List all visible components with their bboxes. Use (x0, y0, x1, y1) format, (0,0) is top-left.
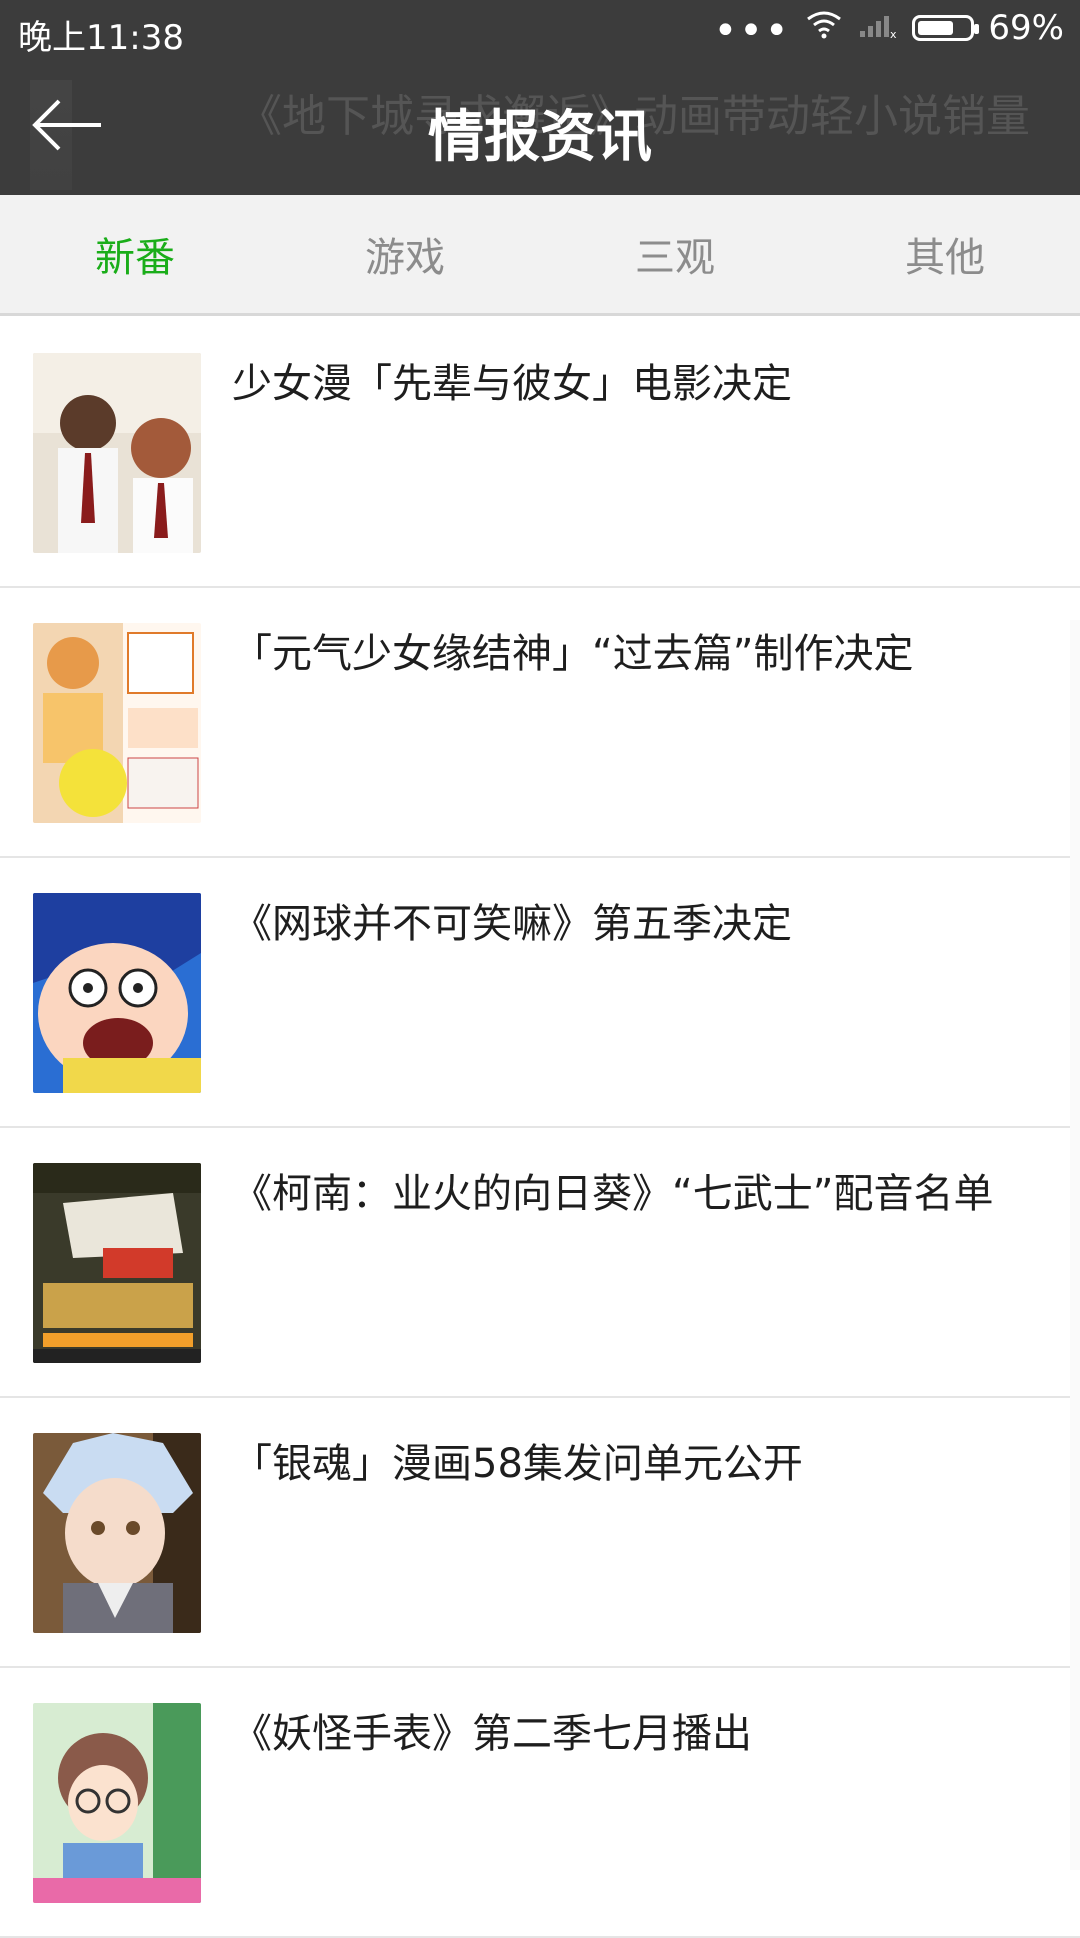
news-title: 《柯南：业火的向日葵》“七武士”配音名单 (232, 1171, 994, 1217)
news-item[interactable]: 《网球并不可笑嘛》第五季决定 (0, 858, 1080, 1128)
news-item[interactable]: 「元气少女缘结神」“过去篇”制作决定 (0, 588, 1080, 858)
news-title: 少女漫「先辈与彼女」电影决定 (232, 361, 792, 407)
tab-qita[interactable]: 其他 (810, 195, 1080, 313)
news-item[interactable]: 《妖怪手表》第二季七月播出 (0, 1668, 1080, 1938)
scroll-edge (1070, 620, 1080, 1870)
title-bar: 《地下城寻求邂逅》动画带动轻小说销量 情报资讯 (0, 60, 1080, 195)
status-bar: 晚上11:38 ••• x 69% (0, 0, 1080, 60)
status-icons: ••• x 69% (713, 8, 1064, 54)
category-tabs: 新番 游戏 三观 其他 (0, 195, 1080, 316)
news-thumbnail (33, 353, 201, 553)
tab-xinfan[interactable]: 新番 (0, 195, 270, 313)
battery-icon (912, 15, 980, 41)
news-title: 「元气少女缘结神」“过去篇”制作决定 (232, 631, 914, 677)
news-list: 少女漫「先辈与彼女」电影决定 「元气少女缘结神」“过去篇”制作决定 《网球并不可… (0, 318, 1080, 1938)
news-item[interactable]: 《柯南：业火的向日葵》“七武士”配音名单 (0, 1128, 1080, 1398)
signal-icon: x (858, 8, 898, 48)
status-time: 晚上11:38 (18, 18, 184, 58)
news-item[interactable]: 少女漫「先辈与彼女」电影决定 (0, 318, 1080, 588)
page-title: 情报资讯 (428, 105, 652, 170)
news-thumbnail (33, 1703, 201, 1903)
news-title: 「银魂」漫画58集发问单元公开 (232, 1441, 803, 1487)
tab-sanguan[interactable]: 三观 (540, 195, 810, 313)
more-dots-icon: ••• (713, 8, 791, 54)
news-thumbnail (33, 1163, 201, 1363)
battery-percent: 69% (988, 8, 1064, 48)
wifi-icon (804, 8, 844, 48)
news-thumbnail (33, 623, 201, 823)
news-item[interactable]: 「银魂」漫画58集发问单元公开 (0, 1398, 1080, 1668)
news-thumbnail (33, 893, 201, 1093)
news-thumbnail (33, 1433, 201, 1633)
news-title: 《妖怪手表》第二季七月播出 (232, 1711, 752, 1757)
svg-text:x: x (890, 28, 897, 39)
tab-youxi[interactable]: 游戏 (270, 195, 540, 313)
news-title: 《网球并不可笑嘛》第五季决定 (232, 901, 792, 947)
battery-level-fill (918, 21, 954, 35)
